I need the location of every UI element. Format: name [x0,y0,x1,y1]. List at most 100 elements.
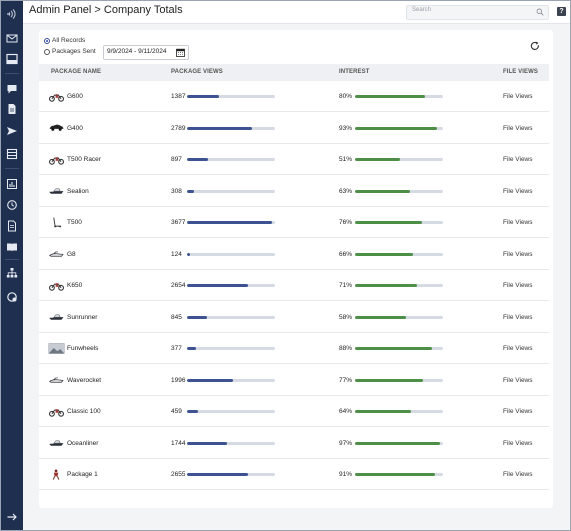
file-views-link[interactable]: File Views [503,345,533,352]
package-name[interactable]: Oceanliner [67,440,98,447]
mail-icon[interactable] [5,31,19,45]
interest-percent: 64% [339,408,353,415]
app-window: Admin Panel > Company Totals Search ? Al… [0,0,571,531]
package-name[interactable]: Package 1 [67,471,98,478]
table-row[interactable]: Sealion 308 63% File Views [39,176,549,207]
radio-circle [44,48,50,55]
package-name[interactable]: Sunrunner [67,314,97,321]
jetski-icon [47,248,65,260]
package-views-bar [187,473,275,476]
motorcycle-icon [47,153,65,165]
report-icon[interactable] [5,177,19,191]
interest-percent: 91% [339,471,353,478]
package-views-bar [187,252,275,256]
table-row[interactable]: T500 Racer 897 51% File Views [39,144,549,175]
document-icon[interactable] [5,102,19,116]
package-name[interactable]: T500 [67,219,82,226]
package-views-bar [187,284,275,287]
interest-percent: 77% [339,376,353,384]
radio-packages-sent[interactable]: Packages Sent [44,48,96,55]
table-row[interactable]: G400 2789 93% File Views [39,113,549,144]
interest-bar [355,252,443,256]
package-views-count: 308 [171,187,182,195]
book-icon[interactable] [5,240,19,254]
file-views-link[interactable]: File Views [503,408,533,415]
interest-percent: 80% [339,93,353,100]
motorcycle-icon [47,279,65,291]
interest-percent: 51% [339,156,353,163]
settings-icon[interactable] [5,290,19,304]
package-name[interactable]: T500 Racer [67,156,101,163]
package-views-count: 3677 [171,219,186,226]
package-views-bar [187,189,275,193]
table-row[interactable]: Oceanliner 1744 97% File Views [39,428,549,459]
column-header-package-views[interactable]: PACKAGE VIEWS [171,69,223,75]
boat-icon [47,185,65,197]
file-views-link[interactable]: File Views [503,125,533,132]
package-name[interactable]: Classic 100 [67,408,101,415]
package-views-count: 124 [171,250,182,258]
file-views-link[interactable]: File Views [503,156,533,163]
scooter-icon [47,216,65,228]
table-row[interactable]: Classic 100 459 64% File Views [39,396,549,427]
inbox-icon[interactable] [5,52,19,66]
package-name[interactable]: G8 [67,251,76,258]
logo-icon[interactable] [5,7,19,21]
refresh-icon[interactable] [530,41,540,51]
history-icon[interactable] [5,198,19,212]
table-row[interactable]: Waverocket 1996 77% File Views [39,365,549,396]
column-header-package-name[interactable]: PACKAGE NAME [51,69,101,75]
package-views-count: 2654 [171,282,186,289]
top-bar: Admin Panel > Company Totals Search ? [23,1,570,24]
interest-bar [355,347,443,350]
file-views-link[interactable]: File Views [503,282,533,289]
table-row[interactable]: Funwheels 377 88% File Views [39,333,549,364]
package-views-count: 1996 [171,376,186,384]
expand-arrow-icon[interactable] [5,510,19,524]
package-views-count: 2789 [171,124,186,132]
package-name[interactable]: K650 [67,282,82,289]
file-views-link[interactable]: File Views [503,440,533,447]
column-header-interest[interactable]: INTEREST [339,69,369,75]
package-name[interactable]: G400 [67,125,83,132]
file-views-link[interactable]: File Views [503,251,533,258]
chat-icon[interactable] [5,82,19,96]
file-views-link[interactable]: File Views [503,93,533,100]
file-views-link[interactable]: File Views [503,377,533,384]
package-name[interactable]: Funwheels [67,345,98,352]
totals-panel: All Records Packages Sent 9/9/2024 - 9/1… [39,30,553,508]
table-row[interactable]: Package 1 2655 91% File Views [39,459,549,490]
table-row[interactable]: Sunrunner 845 58% File Views [39,302,549,333]
figure-icon [47,468,65,480]
package-name[interactable]: Sealion [67,188,89,195]
stack-icon[interactable] [5,147,19,161]
package-name[interactable]: Waverocket [67,377,101,384]
page-title: Admin Panel > Company Totals [29,4,183,16]
package-views-count: 2655 [171,471,186,478]
radio-all-records[interactable]: All Records [44,37,85,44]
package-name[interactable]: G600 [67,93,83,100]
file-views-link[interactable]: File Views [503,471,533,478]
sidebar-divider [5,73,19,74]
table-row[interactable]: G8 124 66% File Views [39,239,549,270]
photo-icon [47,342,65,354]
interest-percent: 97% [339,439,353,447]
calendar-icon[interactable] [176,48,185,57]
help-button[interactable]: ? [557,7,566,16]
file-views-link[interactable]: File Views [503,188,533,195]
file-views-link[interactable]: File Views [503,219,533,226]
table-row[interactable]: K650 2654 71% File Views [39,270,549,301]
interest-percent: 63% [339,187,353,195]
file-icon[interactable] [5,219,19,233]
interest-bar [355,189,443,193]
interest-percent: 71% [339,282,353,289]
date-range-picker[interactable]: 9/9/2024 - 9/11/2024 [103,45,189,60]
send-icon[interactable] [5,124,19,138]
file-views-link[interactable]: File Views [503,314,533,321]
org-chart-icon[interactable] [5,266,19,280]
column-header-file-views[interactable]: FILE VIEWS [503,69,538,75]
package-views-count: 897 [171,156,182,163]
search-input[interactable]: Search [406,5,549,20]
table-row[interactable]: T500 3677 76% File Views [39,207,549,238]
table-row[interactable]: G600 1387 80% File Views [39,81,549,112]
